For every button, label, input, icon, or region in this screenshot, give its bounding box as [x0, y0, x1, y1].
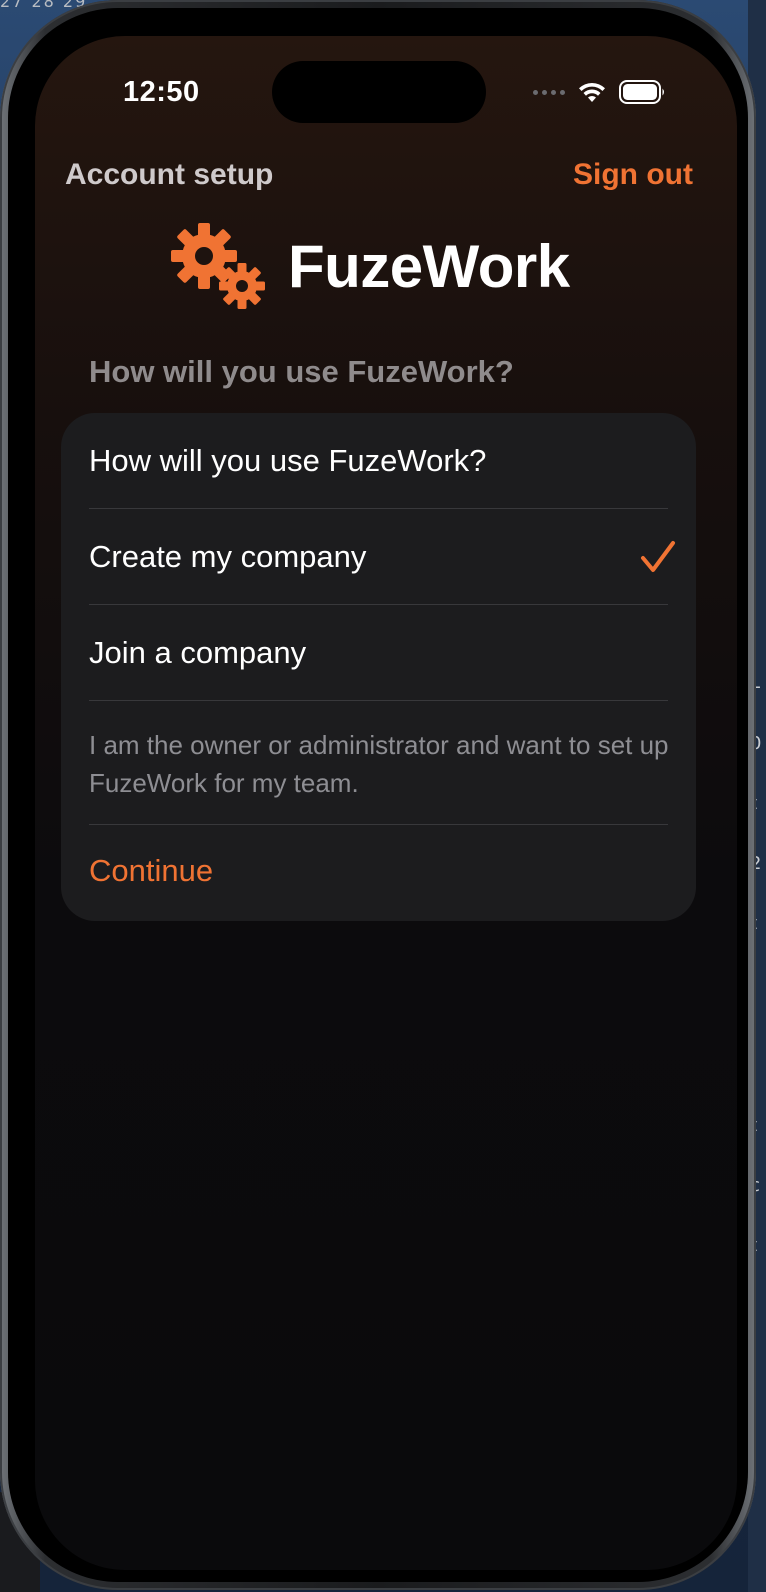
picker-question: How will you use FuzeWork? [89, 443, 487, 478]
status-time: 12:50 [123, 76, 200, 108]
section-header: How will you use FuzeWork? [89, 354, 514, 389]
nav-title: Account setup [65, 158, 274, 191]
option-join-company[interactable]: Join a company [89, 605, 668, 701]
usage-picker-card: How will you use FuzeWork? Create my com… [61, 413, 696, 921]
battery-icon [619, 80, 664, 104]
picker-question-row: How will you use FuzeWork? [89, 437, 668, 485]
cellular-dots-icon [533, 89, 565, 95]
option-create-company[interactable]: Create my company [89, 509, 675, 605]
option-label: Join a company [89, 635, 307, 670]
option-label: Create my company [89, 539, 367, 574]
wifi-icon [579, 82, 605, 102]
phone-screen: 12:50 Account setup Sign out FuzeWork Ho… [35, 36, 737, 1570]
phone-frame: 12:50 Account setup Sign out FuzeWork Ho… [0, 0, 756, 1590]
status-indicators [533, 80, 667, 104]
sign-out-button[interactable]: Sign out [573, 158, 693, 192]
dynamic-island [272, 61, 486, 123]
brand-name: FuzeWork [288, 232, 570, 300]
continue-button[interactable]: Continue [89, 853, 213, 889]
gears-icon [171, 223, 265, 309]
divider [89, 824, 668, 825]
divider [89, 700, 668, 701]
option-description: I am the owner or administrator and want… [89, 730, 669, 798]
phone-bezel: 12:50 Account setup Sign out FuzeWork Ho… [8, 8, 748, 1582]
checkmark-icon [641, 541, 675, 572]
brand-logo: FuzeWork [170, 222, 570, 310]
